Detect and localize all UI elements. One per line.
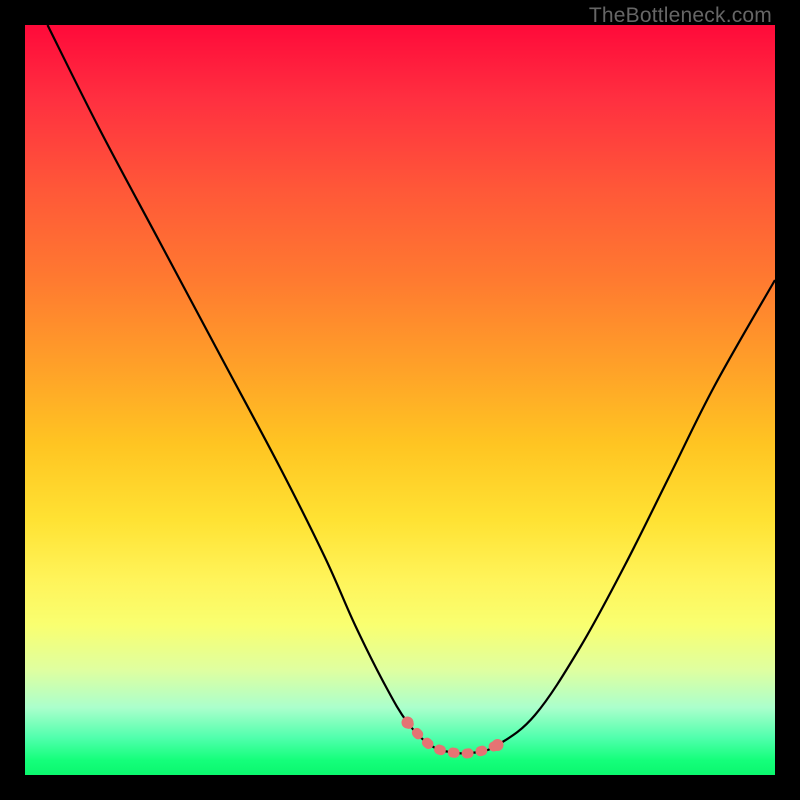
chart-frame: TheBottleneck.com — [0, 0, 800, 800]
chart-ylabel — [0, 0, 1, 1]
optimal-range-endpoint-left — [402, 717, 414, 729]
chart-plot-area — [25, 25, 775, 775]
optimal-range-endpoint-right — [492, 739, 504, 751]
attribution-watermark: TheBottleneck.com — [589, 4, 772, 28]
chart-title — [0, 0, 1, 1]
bottleneck-curve — [48, 25, 776, 754]
optimal-range-highlight — [408, 723, 498, 754]
chart-xlabel — [0, 0, 1, 1]
chart-curves-svg — [25, 25, 775, 775]
